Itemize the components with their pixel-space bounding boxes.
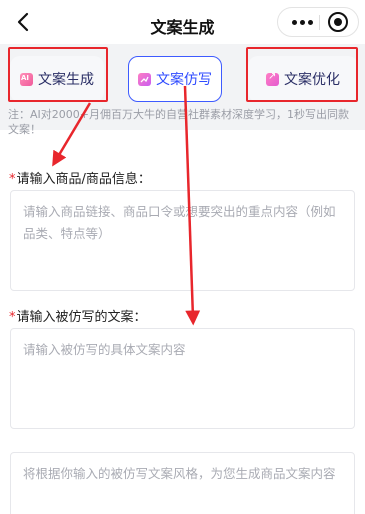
arrow-to-product-field — [52, 102, 92, 167]
page: 文案生成 文案生成 文案仿写 文案优化 注：AI对2000+月佣百万大牛的自营社… — [0, 0, 365, 514]
annotation-arrows — [52, 85, 201, 326]
arrow-to-source-field — [183, 85, 201, 326]
